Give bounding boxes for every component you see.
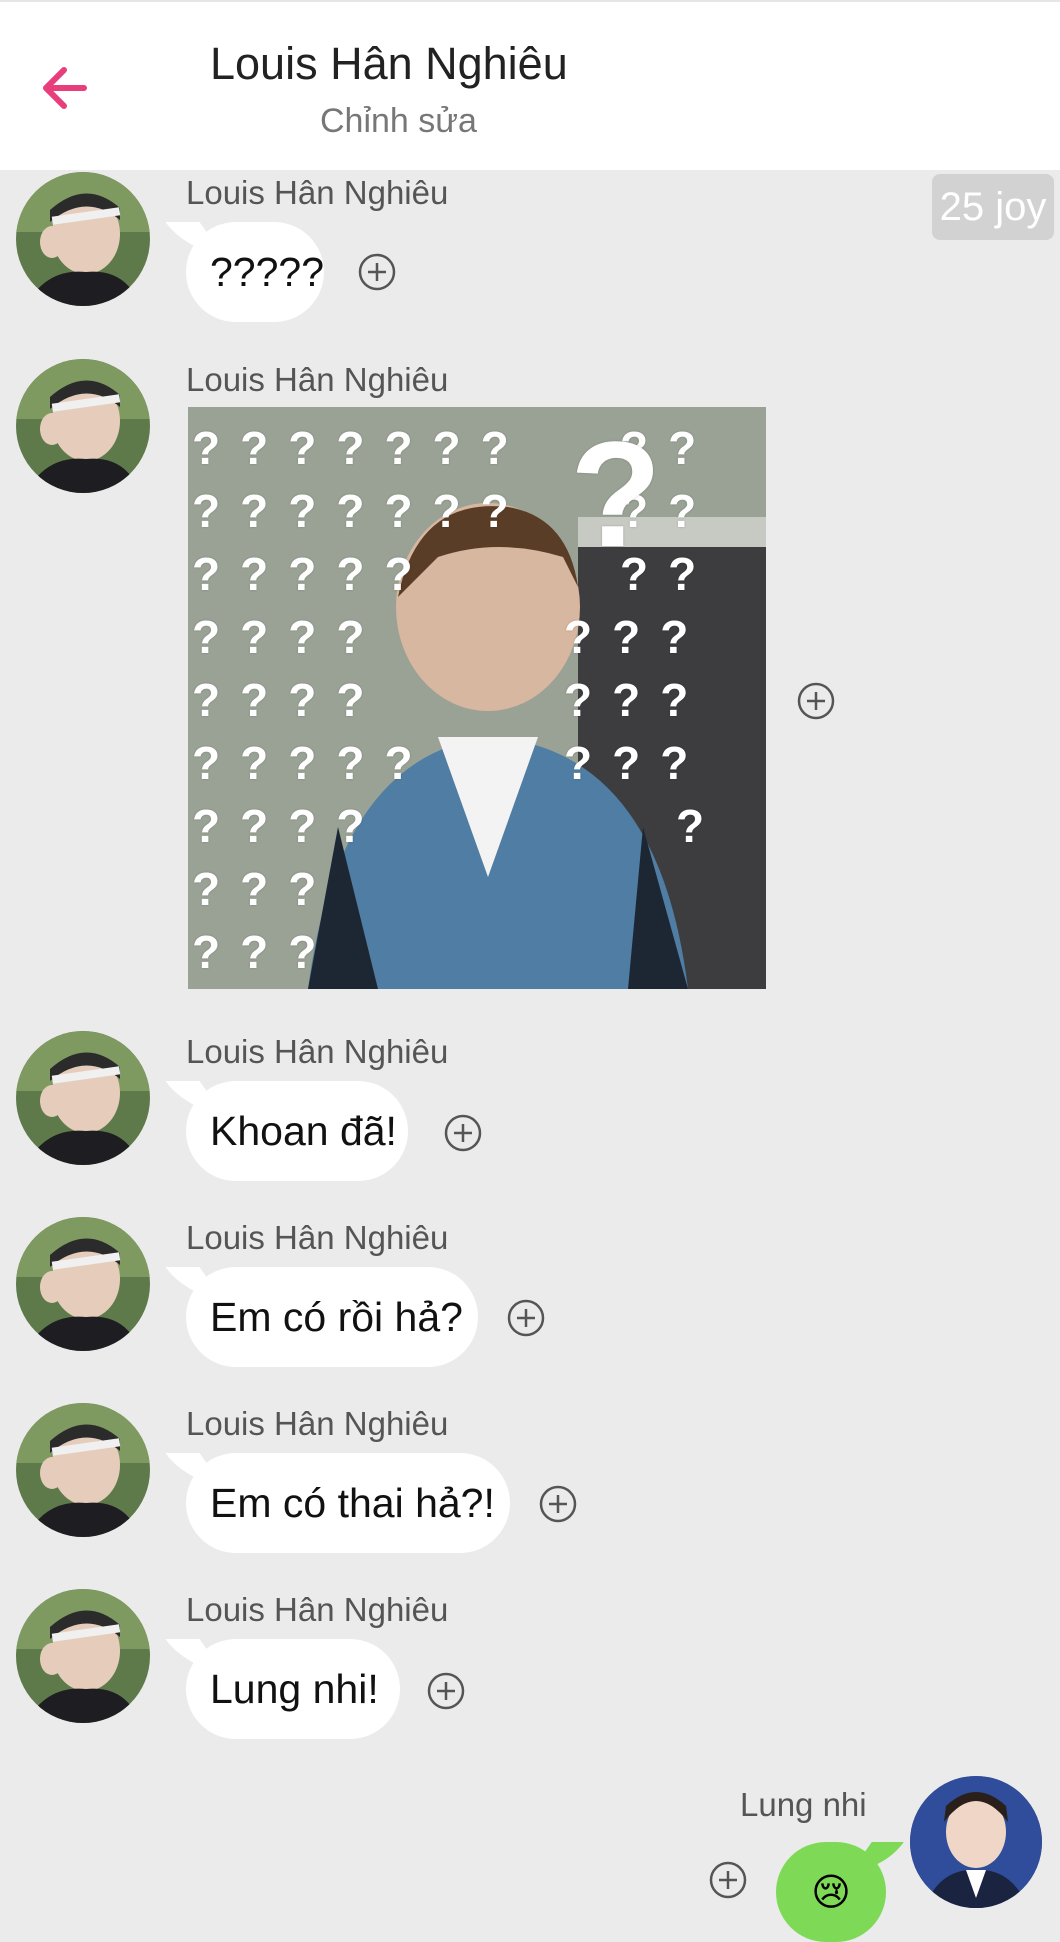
sender-name: Louis Hân Nghiêu [186,1219,449,1256]
avatar[interactable] [16,1589,150,1723]
add-reaction-icon[interactable] [426,1671,466,1711]
back-arrow-icon[interactable] [34,58,94,118]
avatar[interactable] [16,172,150,306]
question-marks-overlay: ??????? ??????? ????? ???? ???? ????? ??… [192,422,529,978]
add-reaction-icon[interactable] [443,1113,483,1153]
joy-badge: 25 joy [932,174,1054,240]
chat-header: Louis Hân Nghiêu Chỉnh sửa [0,0,1060,170]
avatar[interactable] [16,359,150,493]
big-question-mark: ? [570,410,662,578]
message-bubble[interactable]: ????? [186,222,324,322]
sender-name: Louis Hân Nghiêu [186,1033,449,1070]
add-reaction-icon[interactable] [538,1484,578,1524]
sender-name: Louis Hân Nghiêu [186,1405,449,1442]
add-reaction-icon[interactable] [506,1298,546,1338]
my-message-bubble[interactable]: 😢 [776,1842,886,1942]
add-reaction-icon[interactable] [796,681,836,721]
my-avatar[interactable] [910,1776,1042,1908]
sender-name: Louis Hân Nghiêu [186,174,449,211]
avatar[interactable] [16,1403,150,1537]
add-reaction-icon[interactable] [357,252,397,292]
message-bubble[interactable]: Em có rồi hả? [186,1267,478,1367]
add-reaction-icon[interactable] [708,1860,748,1900]
edit-subtitle[interactable]: Chỉnh sửa [320,102,477,141]
sender-name: Louis Hân Nghiêu [186,1591,449,1628]
sender-name: Louis Hân Nghiêu [186,361,449,398]
my-sender-name: Lung nhi [740,1786,867,1823]
message-bubble[interactable]: Khoan đã! [186,1081,408,1181]
message-bubble[interactable]: Lung nhi! [186,1639,400,1739]
chat-title: Louis Hân Nghiêu [210,38,568,89]
message-bubble[interactable]: Em có thai hả?! [186,1453,510,1553]
question-marks-photo[interactable]: ??????? ??????? ????? ???? ???? ????? ??… [188,407,766,989]
avatar[interactable] [16,1217,150,1351]
avatar[interactable] [16,1031,150,1165]
